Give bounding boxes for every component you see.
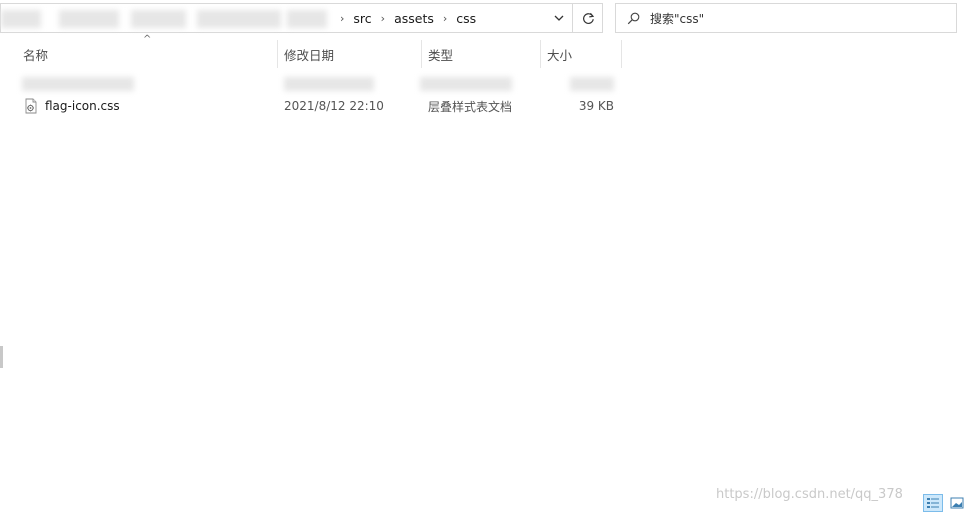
details-view-icon — [927, 498, 939, 508]
breadcrumb-item-assets[interactable]: assets — [394, 11, 434, 26]
search-input[interactable] — [650, 11, 945, 25]
address-history-dropdown[interactable] — [546, 4, 572, 32]
column-header-row: ^ 名称 修改日期 类型 大小 — [0, 34, 622, 68]
breadcrumb: › src › assets › css — [331, 4, 476, 32]
search-box[interactable] — [615, 3, 957, 33]
address-bar[interactable]: › src › assets › css — [0, 3, 603, 33]
file-name-cell: flag-icon.css — [23, 96, 273, 116]
pane-resize-handle[interactable] — [0, 346, 3, 368]
file-explorer-window: › src › assets › css 搜索"css" ^ 名称 修改日期 类… — [0, 0, 969, 515]
obscured-path-segment — [287, 10, 327, 28]
column-header-name[interactable]: 名称 — [17, 40, 277, 68]
breadcrumb-separator-icon: › — [380, 11, 386, 25]
obscured-type — [420, 77, 512, 91]
breadcrumb-item-css[interactable]: css — [456, 11, 476, 26]
file-name[interactable]: flag-icon.css — [45, 99, 120, 113]
column-header-type[interactable]: 类型 — [422, 40, 540, 68]
obscured-path-segment — [59, 10, 119, 28]
file-modified: 2021/8/12 22:10 — [284, 99, 384, 113]
file-size: 39 KB — [578, 99, 614, 113]
column-header-size[interactable]: 大小 — [541, 40, 621, 68]
large-icons-view-icon — [950, 497, 964, 509]
obscured-path-segment — [197, 10, 281, 28]
breadcrumb-separator-icon: › — [340, 11, 345, 25]
css-file-icon — [25, 98, 37, 114]
obscured-date — [284, 77, 374, 91]
file-type: 层叠样式表文档 — [428, 99, 513, 114]
breadcrumb-separator-icon: › — [442, 11, 448, 25]
column-divider[interactable] — [621, 40, 622, 68]
address-row: › src › assets › css — [0, 0, 969, 36]
large-icons-view-button[interactable] — [947, 494, 967, 512]
view-switcher — [923, 494, 967, 512]
refresh-icon — [582, 12, 594, 24]
file-row[interactable]: flag-icon.css 2021/8/12 22:10 层叠样式表文档 39… — [0, 96, 622, 116]
obscured-name — [22, 77, 134, 91]
obscured-path-segment — [131, 10, 186, 28]
obscured-size — [570, 77, 614, 91]
chevron-down-icon — [554, 15, 564, 21]
breadcrumb-item-src[interactable]: src — [353, 11, 371, 26]
details-view-button[interactable] — [923, 494, 943, 512]
obscured-file-row[interactable] — [0, 74, 622, 94]
refresh-button[interactable] — [573, 4, 603, 32]
column-header-modified[interactable]: 修改日期 — [278, 40, 421, 68]
search-icon — [616, 12, 650, 25]
obscured-path-segment — [1, 10, 41, 28]
watermark: https://blog.csdn.net/qq_378 — [716, 487, 903, 502]
